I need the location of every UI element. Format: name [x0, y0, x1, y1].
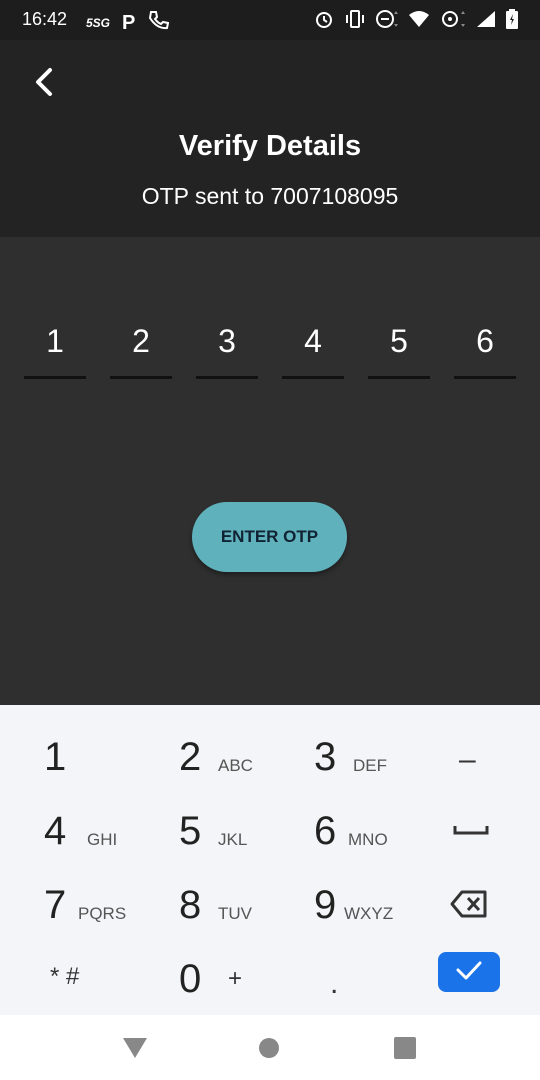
done-button[interactable] — [438, 952, 500, 992]
alarm-icon — [314, 9, 334, 29]
recents-square-icon[interactable] — [394, 1037, 416, 1063]
key-digit: 0 — [179, 957, 202, 1001]
status-bar: 16:42 5SG P — [0, 0, 540, 40]
key-3[interactable]: 3 DEF — [270, 717, 405, 791]
key-digit: 7 — [44, 883, 67, 927]
key-0[interactable]: 0 + — [135, 939, 270, 1013]
key-star-hash[interactable]: * # — [0, 939, 135, 1013]
header: Verify Details OTP sent to 7007108095 — [0, 40, 540, 237]
otp-sent-subtitle: OTP sent to 7007108095 — [141, 183, 399, 209]
otp-digit-field[interactable]: 1 — [24, 318, 86, 379]
key-plus: + — [228, 965, 243, 992]
back-triangle-icon[interactable] — [122, 1037, 148, 1063]
key-digit: 6 — [314, 809, 337, 853]
key-digit: 8 — [179, 883, 202, 927]
phone-icon — [147, 9, 170, 36]
home-circle-icon[interactable] — [258, 1037, 280, 1063]
key-digit: 5 — [179, 809, 202, 853]
otp-input-row[interactable]: 1 2 3 4 5 6 — [24, 318, 516, 379]
otp-digit-field[interactable]: 2 — [110, 318, 172, 379]
5sg-icon: 5SG — [86, 15, 111, 30]
key-dash[interactable]: – — [405, 717, 540, 791]
system-navigation-bar — [0, 1015, 540, 1080]
key-digit: 4 — [44, 809, 67, 853]
parking-p-icon: P — [122, 11, 136, 34]
status-time: 16:42 — [22, 9, 68, 29]
key-digit: 1 — [44, 735, 67, 779]
key-9[interactable]: 9 WXYZ — [270, 865, 405, 939]
otp-digit: 3 — [218, 323, 236, 359]
battery-icon — [506, 9, 518, 29]
key-done[interactable] — [405, 939, 540, 1013]
checkmark-icon — [455, 959, 483, 986]
key-digit: 9 — [314, 883, 337, 927]
enter-otp-button[interactable]: ENTER OTP — [192, 502, 347, 572]
backspace-icon — [450, 889, 488, 924]
key-letters: JKL — [218, 830, 248, 849]
hotspot-icon — [440, 9, 466, 29]
key-letters: WXYZ — [344, 904, 394, 923]
key-letters: MNO — [348, 830, 388, 849]
back-arrow-icon[interactable] — [28, 64, 64, 100]
key-letters: GHI — [87, 830, 118, 849]
key-7[interactable]: 7 PQRS — [0, 865, 135, 939]
key-6[interactable]: 6 MNO — [270, 791, 405, 865]
otp-digit-field[interactable]: 6 — [454, 318, 516, 379]
key-letters: DEF — [353, 756, 387, 775]
otp-digit-field[interactable]: 5 — [368, 318, 430, 379]
page-title: Verify Details — [178, 130, 362, 162]
key-8[interactable]: 8 TUV — [135, 865, 270, 939]
wifi-icon — [408, 10, 430, 28]
otp-digit: 1 — [46, 323, 64, 359]
key-4[interactable]: 4 GHI — [0, 791, 135, 865]
space-icon — [453, 823, 489, 841]
key-2[interactable]: 2 ABC — [135, 717, 270, 791]
otp-digit: 4 — [304, 323, 322, 359]
key-space[interactable] — [405, 791, 540, 865]
otp-digit: 5 — [390, 323, 408, 359]
key-1[interactable]: 1 — [0, 717, 135, 791]
otp-digit-field[interactable]: 4 — [282, 318, 344, 379]
key-5[interactable]: 5 JKL — [135, 791, 270, 865]
key-letters: TUV — [218, 904, 252, 923]
key-digit: 3 — [314, 735, 337, 779]
star-hash-symbol: * # — [50, 963, 80, 990]
vibrate-icon — [344, 9, 366, 29]
key-backspace[interactable] — [405, 865, 540, 939]
key-digit: 2 — [179, 735, 202, 779]
dash-symbol: – — [459, 743, 476, 776]
key-period[interactable]: . — [270, 939, 405, 1013]
signal-icon — [476, 10, 496, 28]
otp-digit: 6 — [476, 323, 494, 359]
otp-digit-field[interactable]: 3 — [196, 318, 258, 379]
do-not-disturb-icon — [376, 9, 398, 29]
otp-digit: 2 — [132, 323, 150, 359]
key-letters: PQRS — [78, 904, 127, 923]
numeric-keyboard: 1 2 ABC 3 DEF – 4 GHI 5 JKL 6 MNO 7 PQRS… — [0, 705, 540, 1015]
period-symbol: . — [330, 967, 339, 1000]
key-letters: ABC — [218, 756, 253, 775]
